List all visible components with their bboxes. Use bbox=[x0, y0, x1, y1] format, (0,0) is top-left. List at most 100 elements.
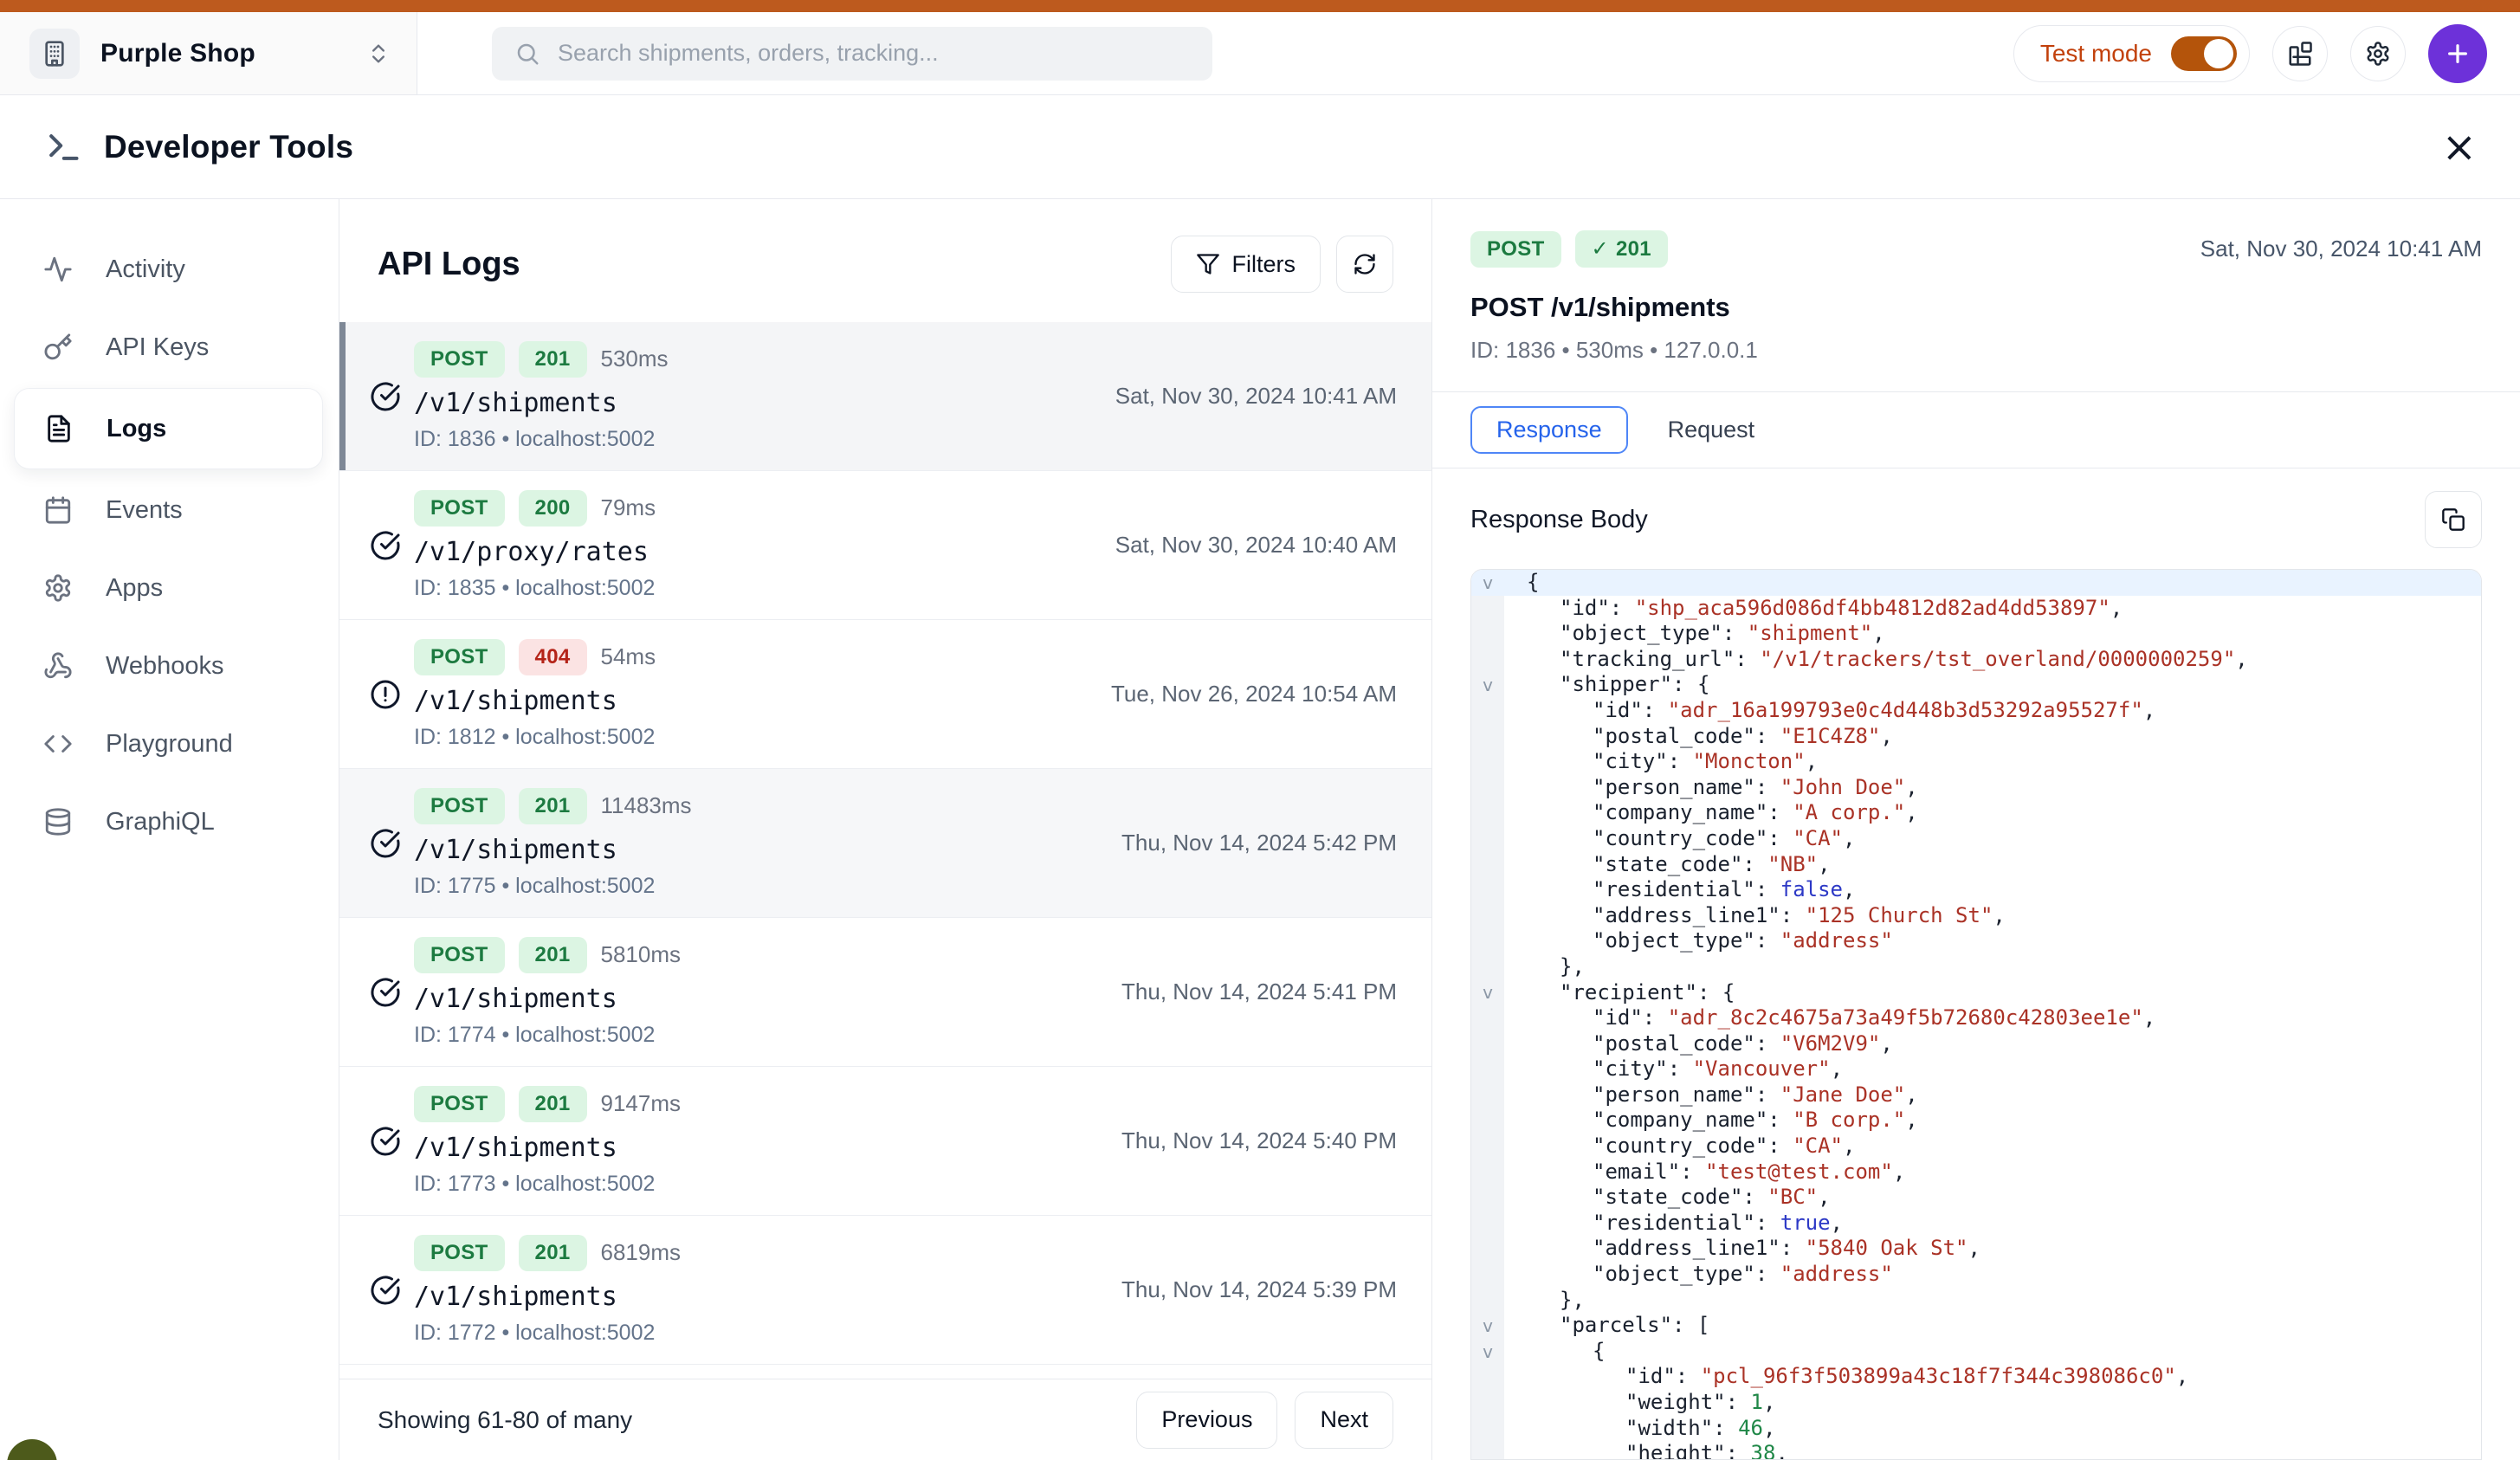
sidebar-item-activity[interactable]: Activity bbox=[0, 230, 339, 308]
method-badge: POST bbox=[414, 1086, 505, 1122]
json-line: "weight": 1, bbox=[1471, 1390, 2481, 1416]
tab-response[interactable]: Response bbox=[1470, 406, 1628, 454]
json-line: "state_code": "NB", bbox=[1471, 852, 2481, 878]
sidebar-item-label: Logs bbox=[107, 415, 166, 443]
json-gutter bbox=[1471, 698, 1504, 724]
collapse-caret-icon[interactable]: v bbox=[1471, 672, 1504, 698]
json-line: "width": 46, bbox=[1471, 1416, 2481, 1442]
test-mode-pill[interactable]: Test mode bbox=[2013, 25, 2250, 82]
create-new-button[interactable] bbox=[2428, 24, 2487, 83]
logs-header: API Logs Filters bbox=[339, 199, 1431, 322]
app-root: Purple Shop Search shipments, orders, tr… bbox=[0, 0, 2520, 1460]
apps-grid-button[interactable] bbox=[2272, 26, 2328, 81]
log-row-main: POST201530ms/v1/shipmentsID: 1836 • loca… bbox=[414, 341, 1115, 452]
search-input[interactable]: Search shipments, orders, tracking... bbox=[492, 27, 1212, 81]
collapse-caret-icon[interactable]: v bbox=[1471, 570, 1504, 596]
copy-button[interactable] bbox=[2425, 491, 2482, 548]
method-badge: POST bbox=[414, 639, 505, 675]
check-circle-icon bbox=[357, 530, 414, 561]
json-gutter bbox=[1471, 775, 1504, 801]
detail-header: POST ✓201 Sat, Nov 30, 2024 10:41 AM POS… bbox=[1432, 199, 2520, 392]
json-gutter bbox=[1471, 1288, 1504, 1314]
json-line: v{ bbox=[1471, 570, 2481, 596]
sidebar-item-graphiql[interactable]: GraphiQL bbox=[0, 783, 339, 861]
terminal-icon bbox=[43, 128, 81, 166]
json-gutter bbox=[1471, 749, 1504, 775]
json-line: "id": "adr_8c2c4675a73a49f5b72680c42803e… bbox=[1471, 1005, 2481, 1031]
workspace-selector[interactable]: Purple Shop bbox=[0, 12, 417, 94]
logs-panel: API Logs Filters POST201530ms/v bbox=[339, 199, 1432, 1460]
filters-button[interactable]: Filters bbox=[1171, 236, 1321, 293]
status-badge: 201 bbox=[519, 341, 587, 378]
log-row[interactable]: POST20111483ms/v1/shipmentsID: 1775 • lo… bbox=[339, 769, 1431, 918]
json-gutter bbox=[1471, 647, 1504, 673]
json-line: "id": "shp_aca596d086df4bb4812d82ad4dd53… bbox=[1471, 596, 2481, 622]
log-meta: ID: 1836 • localhost:5002 bbox=[414, 427, 1115, 452]
sidebar-item-playground[interactable]: Playground bbox=[0, 705, 339, 783]
json-gutter bbox=[1471, 1390, 1504, 1416]
json-line: "tracking_url": "/v1/trackers/tst_overla… bbox=[1471, 647, 2481, 673]
log-meta: ID: 1773 • localhost:5002 bbox=[414, 1172, 1121, 1197]
json-gutter bbox=[1471, 852, 1504, 878]
log-date: Thu, Nov 14, 2024 5:40 PM bbox=[1121, 1127, 1397, 1154]
sidebar-item-api-keys[interactable]: API Keys bbox=[0, 308, 339, 386]
json-line: "address_line1": "125 Church St", bbox=[1471, 903, 2481, 929]
chevrons-up-down-icon bbox=[366, 42, 391, 66]
alert-circle-icon bbox=[357, 679, 414, 710]
test-mode-toggle[interactable] bbox=[2171, 36, 2237, 71]
json-gutter bbox=[1471, 1211, 1504, 1237]
log-date: Tue, Nov 26, 2024 10:54 AM bbox=[1111, 681, 1397, 707]
json-viewer[interactable]: v{"id": "shp_aca596d086df4bb4812d82ad4dd… bbox=[1470, 569, 2482, 1460]
method-badge: POST bbox=[414, 788, 505, 824]
sidebar-item-events[interactable]: Events bbox=[0, 471, 339, 549]
status-badge: 404 bbox=[519, 639, 587, 675]
test-mode-label: Test mode bbox=[2040, 40, 2152, 68]
workspace-name: Purple Shop bbox=[100, 39, 255, 68]
request-meta: ID: 1836 • 530ms • 127.0.0.1 bbox=[1470, 337, 2482, 364]
endpoint-path: /v1/shipments bbox=[414, 984, 1121, 1014]
status-badge: 201 bbox=[519, 937, 587, 973]
collapse-caret-icon[interactable]: v bbox=[1471, 1339, 1504, 1365]
json-line: "id": "pcl_96f3f503899a43c18f7f344c39808… bbox=[1471, 1364, 2481, 1390]
funnel-icon bbox=[1196, 252, 1220, 276]
json-gutter bbox=[1471, 1416, 1504, 1442]
refresh-button[interactable] bbox=[1336, 236, 1393, 293]
collapse-caret-icon[interactable]: v bbox=[1471, 980, 1504, 1006]
check-circle-icon bbox=[357, 1126, 414, 1157]
sidebar-item-logs[interactable]: Logs bbox=[14, 388, 323, 469]
plus-icon bbox=[2444, 40, 2472, 68]
sidebar-item-apps[interactable]: Apps bbox=[0, 549, 339, 627]
gear-icon bbox=[43, 573, 73, 603]
json-line: "city": "Moncton", bbox=[1471, 749, 2481, 775]
tab-request[interactable]: Request bbox=[1663, 406, 1761, 454]
log-row[interactable]: POST201530ms/v1/shipmentsID: 1836 • loca… bbox=[339, 322, 1431, 471]
sidebar-item-webhooks[interactable]: Webhooks bbox=[0, 627, 339, 705]
settings-button[interactable] bbox=[2350, 26, 2406, 81]
json-gutter bbox=[1471, 1031, 1504, 1057]
sidebar-item-label: GraphiQL bbox=[106, 808, 215, 837]
close-button[interactable]: × bbox=[2442, 126, 2477, 168]
database-icon bbox=[43, 807, 73, 837]
json-gutter bbox=[1471, 877, 1504, 903]
json-line: v"parcels": [ bbox=[1471, 1313, 2481, 1339]
log-row[interactable]: POST40454ms/v1/shipmentsID: 1812 • local… bbox=[339, 620, 1431, 769]
sidebar-item-label: Playground bbox=[106, 730, 233, 759]
log-row[interactable]: POST20079ms/v1/proxy/ratesID: 1835 • loc… bbox=[339, 471, 1431, 620]
check-circle-icon bbox=[357, 381, 414, 412]
main-area: ActivityAPI Keys Logs EventsAppsWebhooks Pl… bbox=[0, 199, 2520, 1460]
json-line: "object_type": "address" bbox=[1471, 928, 2481, 954]
status-badge: 201 bbox=[519, 788, 587, 824]
response-body-label: Response Body bbox=[1470, 506, 1648, 534]
next-button[interactable]: Next bbox=[1295, 1392, 1393, 1449]
log-row[interactable]: POST2019147ms/v1/shipmentsID: 1773 • loc… bbox=[339, 1067, 1431, 1216]
activity-icon bbox=[43, 255, 73, 284]
log-row[interactable]: POST2015810ms/v1/shipmentsID: 1774 • loc… bbox=[339, 918, 1431, 1067]
json-line: "email": "test@test.com", bbox=[1471, 1160, 2481, 1185]
previous-button[interactable]: Previous bbox=[1136, 1392, 1277, 1449]
collapse-caret-icon[interactable]: v bbox=[1471, 1313, 1504, 1339]
json-gutter bbox=[1471, 621, 1504, 647]
log-row-main: POST20111483ms/v1/shipmentsID: 1775 • lo… bbox=[414, 788, 1121, 899]
method-badge: POST bbox=[414, 341, 505, 378]
blocks-icon bbox=[2287, 41, 2313, 67]
log-row[interactable]: POST2016819ms/v1/shipmentsID: 1772 • loc… bbox=[339, 1216, 1431, 1365]
